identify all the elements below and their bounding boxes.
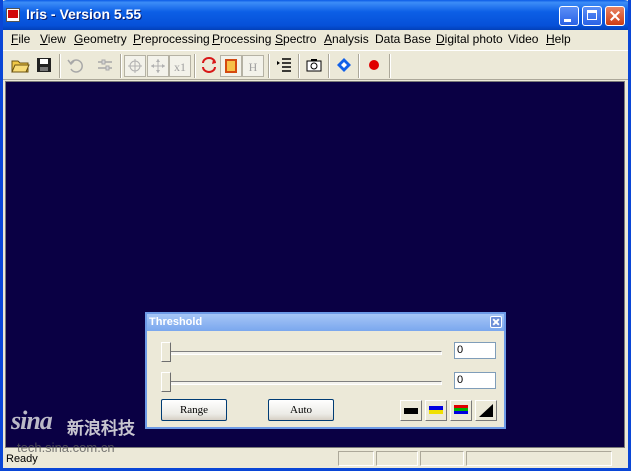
toolbar-separator bbox=[358, 54, 360, 78]
grayscale-palette-button[interactable] bbox=[400, 400, 422, 421]
range-button[interactable]: Range bbox=[161, 399, 227, 421]
high-threshold-slider-track[interactable] bbox=[165, 351, 442, 355]
status-pane bbox=[420, 451, 464, 466]
gradient-palette-button[interactable] bbox=[475, 400, 497, 421]
record-icon[interactable] bbox=[363, 55, 385, 77]
app-icon bbox=[6, 8, 20, 22]
status-pane bbox=[338, 451, 374, 466]
rotate-icon[interactable] bbox=[198, 55, 220, 77]
adjust-icon[interactable] bbox=[94, 55, 116, 77]
watermark-text: 新浪科技 bbox=[67, 419, 135, 438]
h-icon[interactable]: H bbox=[242, 55, 264, 77]
toolbar-separator bbox=[389, 54, 391, 78]
toolbar-separator bbox=[298, 54, 300, 78]
menu-database[interactable]: Data Base bbox=[375, 32, 431, 46]
menu-preprocessing[interactable]: Preprocessing bbox=[133, 32, 210, 46]
menu-analysis[interactable]: Analysis bbox=[324, 32, 369, 46]
maximize-button[interactable] bbox=[582, 6, 602, 26]
high-threshold-input[interactable]: 0 bbox=[454, 342, 496, 359]
low-threshold-input[interactable]: 0 bbox=[454, 372, 496, 389]
list-icon[interactable] bbox=[273, 55, 295, 77]
threshold-title-bar[interactable]: Threshold bbox=[147, 314, 504, 331]
threshold-title: Threshold bbox=[149, 316, 203, 328]
menu-video[interactable]: Video bbox=[508, 32, 538, 46]
toolbar-separator bbox=[120, 54, 122, 78]
menu-spectro[interactable]: Spectro bbox=[275, 32, 316, 46]
save-icon[interactable] bbox=[33, 55, 55, 77]
open-folder-icon[interactable] bbox=[9, 55, 31, 77]
menu-view[interactable]: View bbox=[40, 32, 66, 46]
toolbar-separator bbox=[59, 54, 61, 78]
x1-zoom-button[interactable]: x1 bbox=[169, 55, 191, 77]
blue-yellow-palette-button[interactable] bbox=[425, 400, 447, 421]
toolbar-separator bbox=[268, 54, 270, 78]
app-window: Iris - Version 5.55 File View Geometry P… bbox=[0, 0, 631, 471]
status-pane bbox=[376, 451, 418, 466]
camera-icon[interactable] bbox=[303, 55, 325, 77]
high-threshold-slider-thumb[interactable] bbox=[161, 342, 171, 362]
menu-processing[interactable]: Processing bbox=[212, 32, 271, 46]
threshold-dialog: Threshold 0 0 Range Auto bbox=[145, 312, 506, 429]
toolbar-separator bbox=[194, 54, 196, 78]
title-bar[interactable]: Iris - Version 5.55 bbox=[3, 0, 628, 30]
status-bar: Ready bbox=[3, 450, 628, 468]
sina-logo: sina bbox=[11, 406, 53, 435]
menu-bar: File View Geometry Preprocessing Process… bbox=[3, 30, 628, 48]
menu-geometry[interactable]: Geometry bbox=[74, 32, 127, 46]
rgb-palette-button[interactable] bbox=[450, 400, 472, 421]
low-threshold-slider-track[interactable] bbox=[165, 381, 442, 385]
close-button[interactable] bbox=[605, 6, 625, 26]
crosshair-icon[interactable] bbox=[124, 55, 146, 77]
toolbar-separator bbox=[328, 54, 330, 78]
window-title: Iris - Version 5.55 bbox=[26, 6, 142, 22]
threshold-close-button[interactable] bbox=[490, 316, 502, 328]
status-text: Ready bbox=[6, 453, 38, 465]
menu-file[interactable]: File bbox=[11, 32, 30, 46]
move-icon[interactable] bbox=[147, 55, 169, 77]
undo-icon[interactable] bbox=[64, 55, 86, 77]
minimize-button[interactable] bbox=[559, 6, 579, 26]
palette-icon[interactable] bbox=[220, 55, 242, 77]
low-threshold-slider-thumb[interactable] bbox=[161, 372, 171, 392]
diamond-icon[interactable] bbox=[333, 55, 355, 77]
toolbar: x1 H bbox=[3, 50, 628, 80]
menu-digital-photo[interactable]: Digital photo bbox=[436, 32, 503, 46]
auto-button[interactable]: Auto bbox=[268, 399, 334, 421]
status-pane bbox=[466, 451, 612, 466]
menu-help[interactable]: Help bbox=[546, 32, 571, 46]
